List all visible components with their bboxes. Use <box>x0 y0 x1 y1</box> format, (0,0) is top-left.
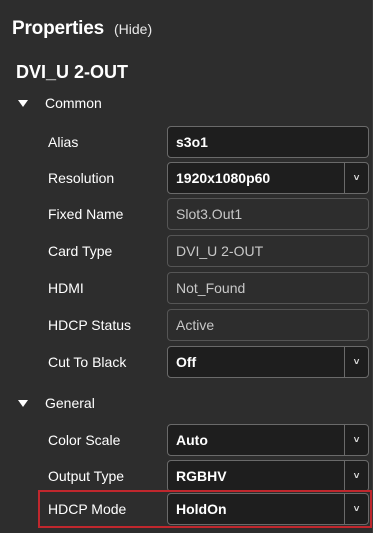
section-general-toggle[interactable]: General <box>18 395 95 411</box>
field-label: Card Type <box>48 243 113 259</box>
field-label: HDMI <box>48 280 84 296</box>
device-name: DVI_U 2-OUT <box>16 62 129 82</box>
select-value: Off <box>176 354 197 370</box>
row-hdcp-status: HDCP Status Active <box>0 307 373 343</box>
section-label: General <box>45 395 95 411</box>
field-label: Color Scale <box>48 432 121 448</box>
chevron-down-icon[interactable]: ˅ <box>344 163 368 193</box>
field-label: HDCP Status <box>48 317 131 333</box>
section-label: Common <box>45 95 102 111</box>
row-hdmi: HDMI Not_Found <box>0 270 373 306</box>
field-label: Alias <box>48 134 79 150</box>
row-alias: Alias s3o1 <box>0 124 373 160</box>
select-value: Auto <box>176 432 208 448</box>
chevron-down-icon[interactable]: ˅ <box>344 494 368 524</box>
card-type-field: DVI_U 2-OUT <box>167 235 369 267</box>
panel-title: Properties <box>12 18 104 39</box>
field-label: Resolution <box>48 170 115 186</box>
field-label: Fixed Name <box>48 206 124 222</box>
row-cut-to-black: Cut To Black Off ˅ <box>0 344 373 380</box>
cut-to-black-select[interactable]: Off ˅ <box>167 346 369 378</box>
field-label: Cut To Black <box>48 354 127 370</box>
row-hdcp-mode: HDCP Mode HoldOn ˅ <box>0 491 373 527</box>
hdcp-status-field: Active <box>167 309 369 341</box>
row-resolution: Resolution 1920x1080p60 ˅ <box>0 160 373 196</box>
resolution-select[interactable]: 1920x1080p60 ˅ <box>167 162 369 194</box>
hide-panel-link[interactable]: (Hide) <box>114 21 152 37</box>
expanded-triangle-icon <box>18 399 28 407</box>
fixed-name-field: Slot3.Out1 <box>167 198 369 230</box>
chevron-down-icon[interactable]: ˅ <box>344 461 368 491</box>
panel-header: Properties (Hide) <box>12 18 152 40</box>
chevron-down-icon[interactable]: ˅ <box>344 347 368 377</box>
row-card-type: Card Type DVI_U 2-OUT <box>0 233 373 269</box>
hdmi-field: Not_Found <box>167 272 369 304</box>
hdcp-mode-select[interactable]: HoldOn ˅ <box>167 493 369 525</box>
field-label: HDCP Mode <box>48 501 127 517</box>
expanded-triangle-icon <box>18 99 28 107</box>
select-value: HoldOn <box>176 501 227 517</box>
field-label: Output Type <box>48 468 125 484</box>
alias-input[interactable]: s3o1 <box>167 126 369 158</box>
select-value: 1920x1080p60 <box>176 170 271 186</box>
color-scale-select[interactable]: Auto ˅ <box>167 424 369 456</box>
row-output-type: Output Type RGBHV ˅ <box>0 458 373 494</box>
select-value: RGBHV <box>176 468 227 484</box>
properties-panel: Properties (Hide) DVI_U 2-OUT Common Ali… <box>0 0 373 533</box>
section-common-toggle[interactable]: Common <box>18 95 102 111</box>
row-color-scale: Color Scale Auto ˅ <box>0 422 373 458</box>
output-type-select[interactable]: RGBHV ˅ <box>167 460 369 492</box>
chevron-down-icon[interactable]: ˅ <box>344 425 368 455</box>
row-fixed-name: Fixed Name Slot3.Out1 <box>0 196 373 232</box>
